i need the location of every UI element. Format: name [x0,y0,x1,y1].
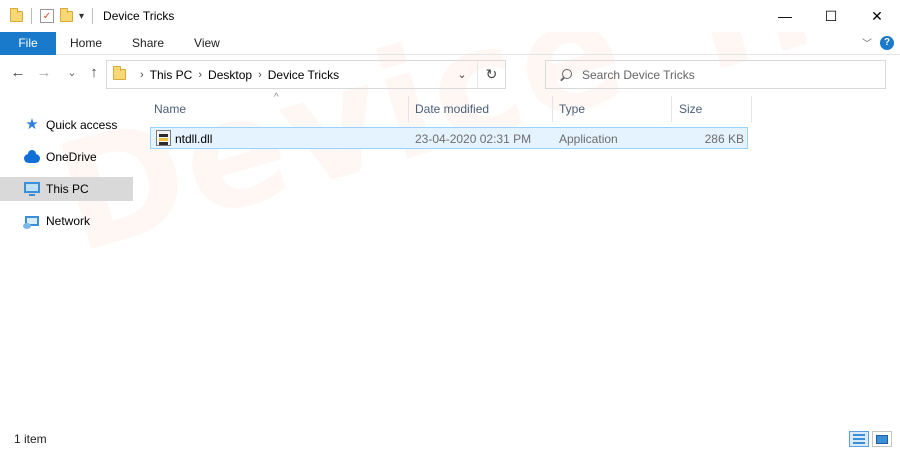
window-controls: — ☐ ✕ [762,0,900,32]
breadcrumb-separator[interactable]: › [258,69,262,81]
up-arrow-icon[interactable]: ↑ [84,64,104,81]
sidebar-item-label: OneDrive [46,150,97,164]
column-divider[interactable] [751,96,752,122]
large-icons-view-icon[interactable] [872,431,892,447]
file-date-modified: 23-04-2020 02:31 PM [415,132,532,146]
column-header-name[interactable]: Name [154,102,186,122]
sidebar-item-onedrive[interactable]: OneDrive [0,145,133,169]
network-icon [23,213,40,229]
column-header-date-modified[interactable]: Date modified [415,102,489,122]
refresh-icon[interactable]: ↻ [477,61,505,88]
folder-icon [10,7,23,22]
file-name: ntdll.dll [175,132,213,146]
address-bar[interactable]: › This PC › Desktop › Device Tricks ⌄ ↻ [106,60,506,89]
sidebar-item-label: Quick access [46,118,118,132]
title-bar: ✓ ▾ Device Tricks — ☐ ✕ [0,0,900,32]
tab-file[interactable]: File [0,31,56,55]
search-input[interactable]: Search Device Tricks [545,60,886,89]
back-arrow-icon[interactable]: ← [8,64,28,81]
window-title: Device Tricks [103,9,175,23]
folder-icon [113,66,126,80]
maximize-button[interactable]: ☐ [808,0,854,32]
column-divider[interactable] [552,96,553,122]
quick-access-toolbar: ✓ ▾ [0,0,95,32]
file-list: ^ Name Date modified Type Size ntdll.dll… [146,92,900,424]
customize-toolbar-arrow-icon[interactable]: ▾ [79,11,84,22]
minimize-button[interactable]: — [762,0,808,32]
tab-view[interactable]: View [178,32,234,55]
forward-arrow-icon[interactable]: → [34,64,54,81]
sort-ascending-icon: ^ [274,92,279,103]
file-size: 286 KB [704,132,744,146]
file-row-selected[interactable]: ntdll.dll 23-04-2020 02:31 PM Applicatio… [150,127,748,149]
properties-checkmark-icon[interactable]: ✓ [40,9,54,23]
column-divider[interactable] [671,96,672,122]
toolbar-divider [92,8,94,24]
dll-file-icon [156,130,171,146]
breadcrumb-device-tricks[interactable]: Device Tricks [268,68,339,82]
breadcrumb-desktop[interactable]: Desktop [208,68,252,82]
toolbar-divider [31,8,32,24]
item-count: 1 item [14,432,47,446]
this-pc-monitor-icon [24,181,40,197]
new-folder-icon[interactable] [60,7,73,22]
ribbon-right-controls: ﹀ ? [862,35,894,50]
sidebar-item-label: This PC [46,182,89,196]
sidebar-item-label: Network [46,214,91,228]
column-header-type[interactable]: Type [559,102,585,122]
breadcrumb-separator[interactable]: › [198,69,202,81]
onedrive-cloud-icon [24,149,40,165]
details-view-icon[interactable] [849,431,869,447]
help-icon[interactable]: ? [880,35,894,50]
tab-share[interactable]: Share [116,32,178,55]
sidebar-item-network[interactable]: Network [0,209,133,233]
close-button[interactable]: ✕ [854,0,900,32]
recent-locations-icon[interactable]: ⌄ [62,66,82,79]
column-divider[interactable] [408,96,409,122]
search-icon [560,68,572,81]
navigation-pane: ★ Quick access OneDrive This PC Network [0,94,136,424]
address-row: ← → ⌄ ↑ › This PC › Desktop › Device Tri… [0,56,900,94]
status-bar: 1 item [0,428,900,450]
sidebar-item-quick-access[interactable]: ★ Quick access [0,113,133,137]
sidebar-item-this-pc[interactable]: This PC [0,177,133,201]
view-switcher [849,431,892,447]
quick-access-star-icon: ★ [25,116,39,133]
ribbon-tabs: File Home Share View ﹀ ? [0,31,900,55]
address-dropdown-icon[interactable]: ⌄ [451,61,473,88]
column-header-size[interactable]: Size [679,102,702,122]
breadcrumb-this-pc[interactable]: This PC [150,68,193,82]
file-type: Application [559,132,618,146]
search-placeholder: Search Device Tricks [582,67,695,82]
tab-home[interactable]: Home [56,32,116,55]
breadcrumb-separator[interactable]: › [140,69,144,81]
chevron-down-icon[interactable]: ﹀ [862,35,872,50]
